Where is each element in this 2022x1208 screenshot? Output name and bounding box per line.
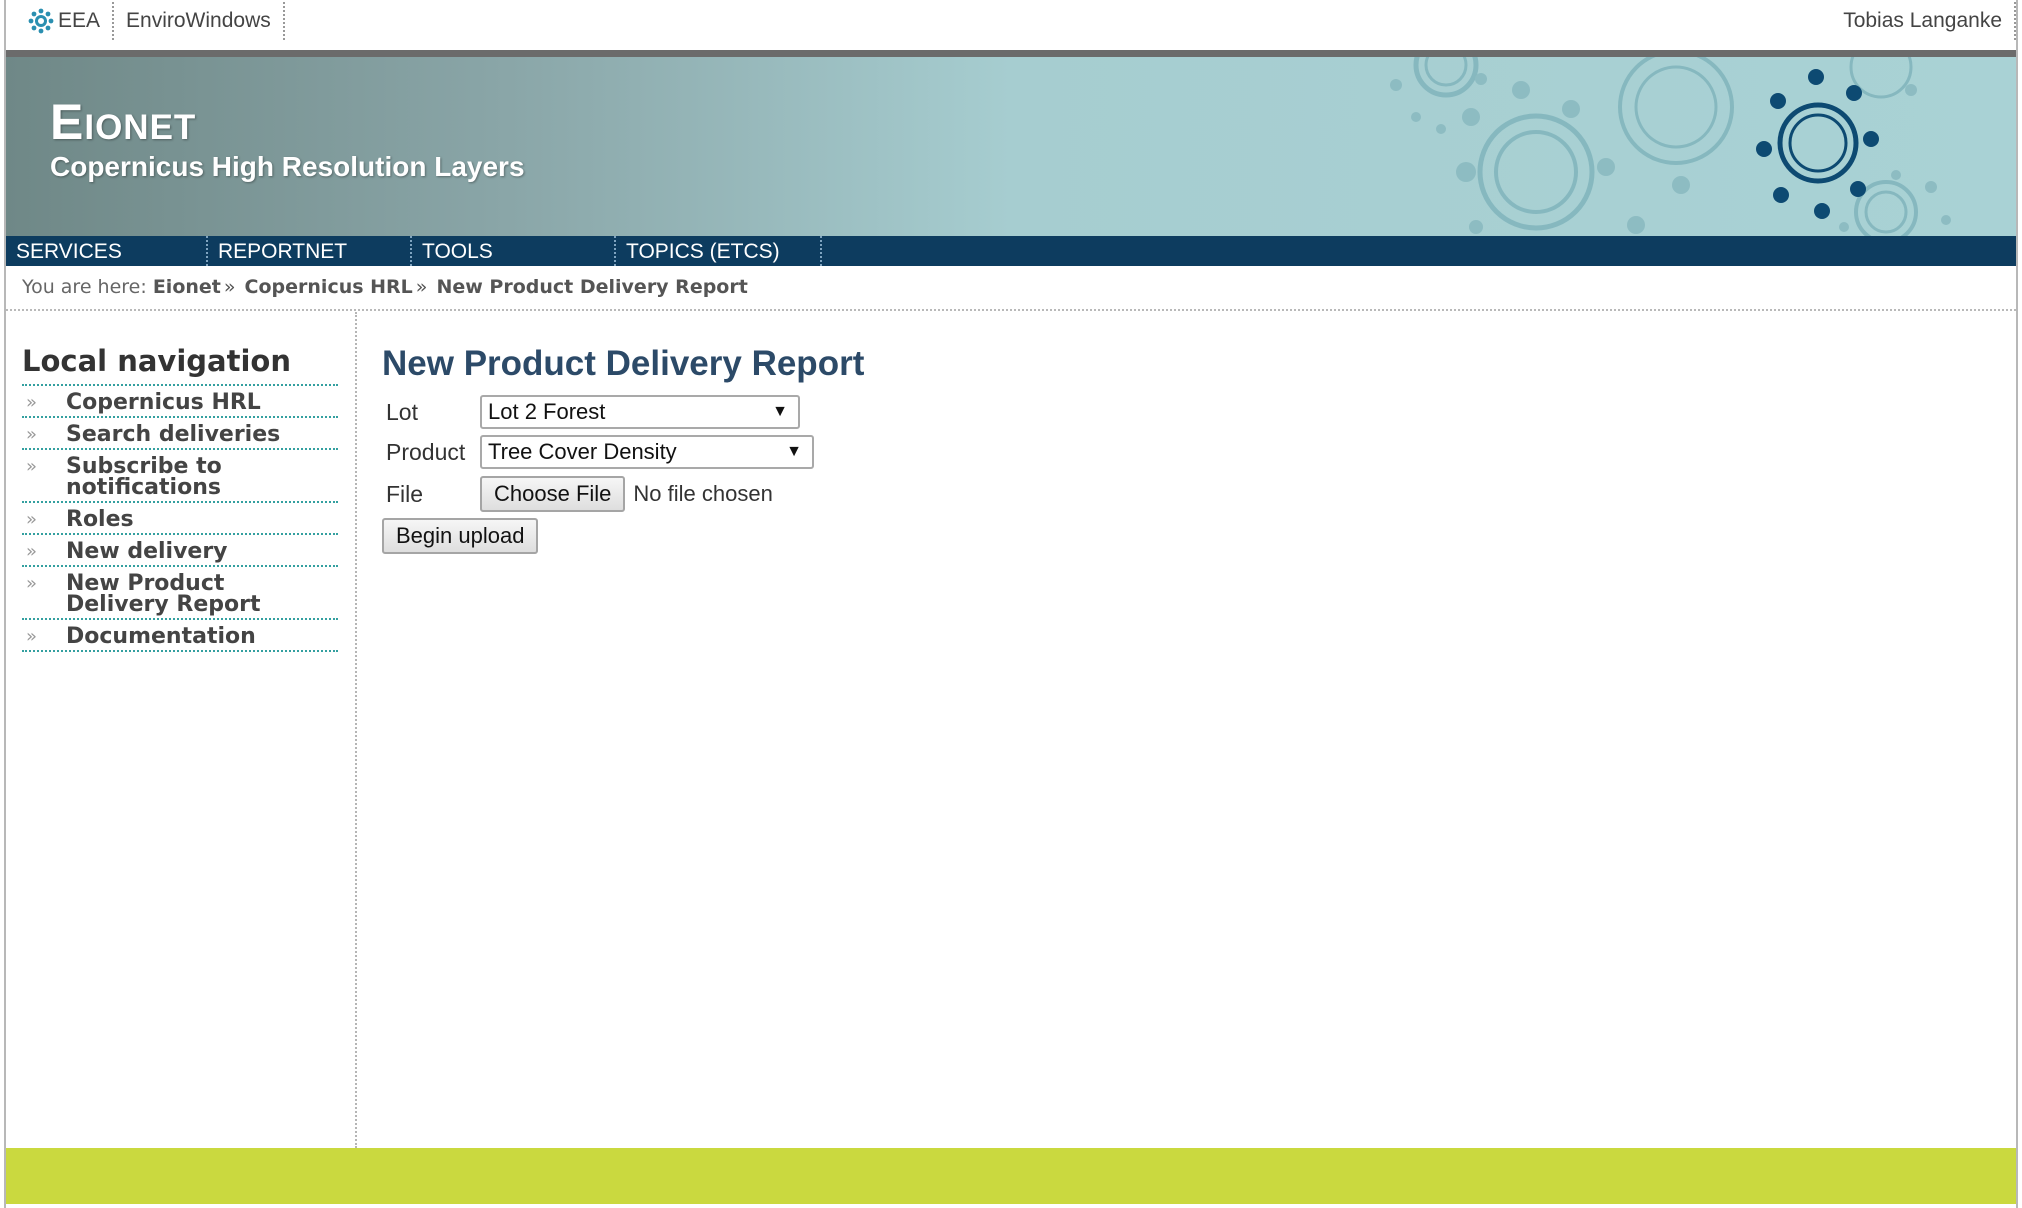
site-title[interactable]: Eionet bbox=[50, 93, 196, 151]
sidebar-item-subscribe[interactable]: » Subscribe to notifications bbox=[22, 450, 338, 503]
sidebar-item-copernicus-hrl[interactable]: » Copernicus HRL bbox=[22, 386, 338, 418]
product-select-value: Tree Cover Density bbox=[488, 439, 677, 464]
lot-label: Lot bbox=[386, 398, 418, 425]
sidebar-item-label: New Product Delivery Report bbox=[66, 571, 261, 617]
file-label: File bbox=[386, 480, 424, 507]
lot-select-value: Lot 2 Forest bbox=[488, 399, 606, 424]
chevron-right-icon: » bbox=[26, 392, 38, 413]
eea-link-label: EEA bbox=[58, 9, 101, 32]
banner-circles-decoration bbox=[1390, 57, 1951, 236]
breadcrumb-eionet[interactable]: Eionet bbox=[153, 276, 221, 298]
breadcrumb: You are here: Eionet» Copernicus HRL» Ne… bbox=[22, 276, 748, 298]
breadcrumb-separator: » bbox=[223, 276, 236, 298]
chevron-right-icon: » bbox=[26, 626, 38, 647]
sidebar-item-label: Search deliveries bbox=[66, 422, 281, 447]
envirowindows-link-label: EnviroWindows bbox=[126, 9, 271, 32]
lot-row: Lot Lot 2 Forest ▼ bbox=[386, 395, 800, 429]
sidebar-item-roles[interactable]: » Roles bbox=[22, 503, 338, 535]
footer-bar bbox=[6, 1148, 2016, 1204]
chevron-right-icon: » bbox=[26, 573, 38, 594]
sidebar-item-documentation[interactable]: » Documentation bbox=[22, 620, 338, 652]
dropdown-arrow-icon: ▼ bbox=[786, 443, 802, 460]
file-status-text: No file chosen bbox=[633, 481, 773, 506]
chevron-right-icon: » bbox=[26, 541, 38, 562]
product-label: Product bbox=[386, 438, 466, 465]
nav-topics-etcs[interactable]: TOPICS (ETCS) bbox=[616, 236, 822, 266]
nav-reportnet[interactable]: REPORTNET bbox=[208, 236, 412, 266]
local-navigation: Local navigation » Copernicus HRL » Sear… bbox=[22, 344, 338, 652]
nav-services[interactable]: SERVICES bbox=[6, 236, 208, 266]
sidebar-item-label: Documentation bbox=[66, 624, 256, 649]
sidebar-item-label: Subscribe to notifications bbox=[66, 454, 222, 500]
main-content: New Product Delivery Report Lot Lot 2 Fo… bbox=[382, 344, 865, 554]
sidebar-item-label: Roles bbox=[66, 507, 134, 532]
eea-logo-icon bbox=[28, 8, 54, 34]
choose-file-button[interactable]: Choose File bbox=[480, 476, 626, 512]
begin-upload-button[interactable]: Begin upload bbox=[382, 518, 539, 554]
lot-select[interactable]: Lot 2 Forest ▼ bbox=[480, 395, 800, 429]
breadcrumb-current-page[interactable]: New Product Delivery Report bbox=[436, 276, 747, 298]
sidebar-item-new-delivery[interactable]: » New delivery bbox=[22, 535, 338, 567]
breadcrumb-prefix: You are here: bbox=[22, 276, 147, 298]
user-name-link[interactable]: Tobias Langanke bbox=[1831, 2, 2016, 40]
page-title: New Product Delivery Report bbox=[382, 344, 865, 383]
chevron-right-icon: » bbox=[26, 424, 38, 445]
sidebar-divider bbox=[355, 312, 357, 1148]
breadcrumb-separator: » bbox=[415, 276, 428, 298]
local-navigation-title: Local navigation bbox=[22, 344, 338, 386]
top-links: EEA EnviroWindows bbox=[16, 2, 285, 40]
main-nav-bar: SERVICES REPORTNET TOOLS TOPICS (ETCS) bbox=[6, 236, 2016, 266]
breadcrumb-copernicus-hrl[interactable]: Copernicus HRL bbox=[245, 276, 413, 298]
site-subtitle: Copernicus High Resolution Layers bbox=[50, 151, 525, 182]
sidebar-item-label: New delivery bbox=[66, 539, 228, 564]
chevron-right-icon: » bbox=[26, 509, 38, 530]
sidebar-item-new-product-delivery-report[interactable]: » New Product Delivery Report bbox=[22, 567, 338, 620]
top-bar: EEA EnviroWindows Tobias Langanke bbox=[6, 0, 2016, 50]
file-row: File Choose File No file chosen bbox=[386, 476, 773, 512]
product-select[interactable]: Tree Cover Density ▼ bbox=[480, 435, 814, 469]
sidebar-item-label: Copernicus HRL bbox=[66, 390, 261, 415]
top-rule bbox=[6, 50, 2016, 57]
eea-link[interactable]: EEA bbox=[16, 2, 115, 40]
upload-row: Begin upload bbox=[382, 518, 539, 554]
product-row: Product Tree Cover Density ▼ bbox=[386, 435, 814, 469]
dropdown-arrow-icon: ▼ bbox=[772, 403, 788, 420]
chevron-right-icon: » bbox=[26, 456, 38, 477]
site-banner: Eionet Copernicus High Resolution Layers bbox=[6, 57, 2016, 236]
envirowindows-link[interactable]: EnviroWindows bbox=[114, 2, 285, 40]
nav-tools[interactable]: TOOLS bbox=[412, 236, 616, 266]
sidebar-item-search-deliveries[interactable]: » Search deliveries bbox=[22, 418, 338, 450]
breadcrumb-divider bbox=[6, 309, 2016, 311]
